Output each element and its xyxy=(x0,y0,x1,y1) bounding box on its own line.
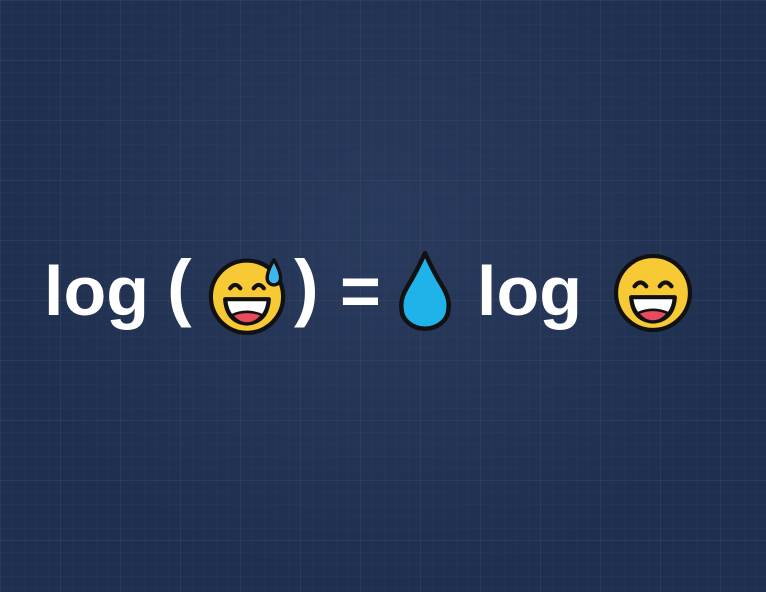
grinning-face-with-sweat-icon xyxy=(208,258,286,335)
close-paren: ) xyxy=(294,245,319,328)
equals-sign: = xyxy=(340,252,381,330)
water-droplet-icon xyxy=(399,250,451,331)
grinning-face-icon xyxy=(613,253,693,333)
log-text-left: log xyxy=(44,252,149,330)
log-text-right: log xyxy=(477,252,582,330)
open-paren: ( xyxy=(167,245,192,328)
emoji-log-equation: log ( ) = log xyxy=(0,0,766,592)
